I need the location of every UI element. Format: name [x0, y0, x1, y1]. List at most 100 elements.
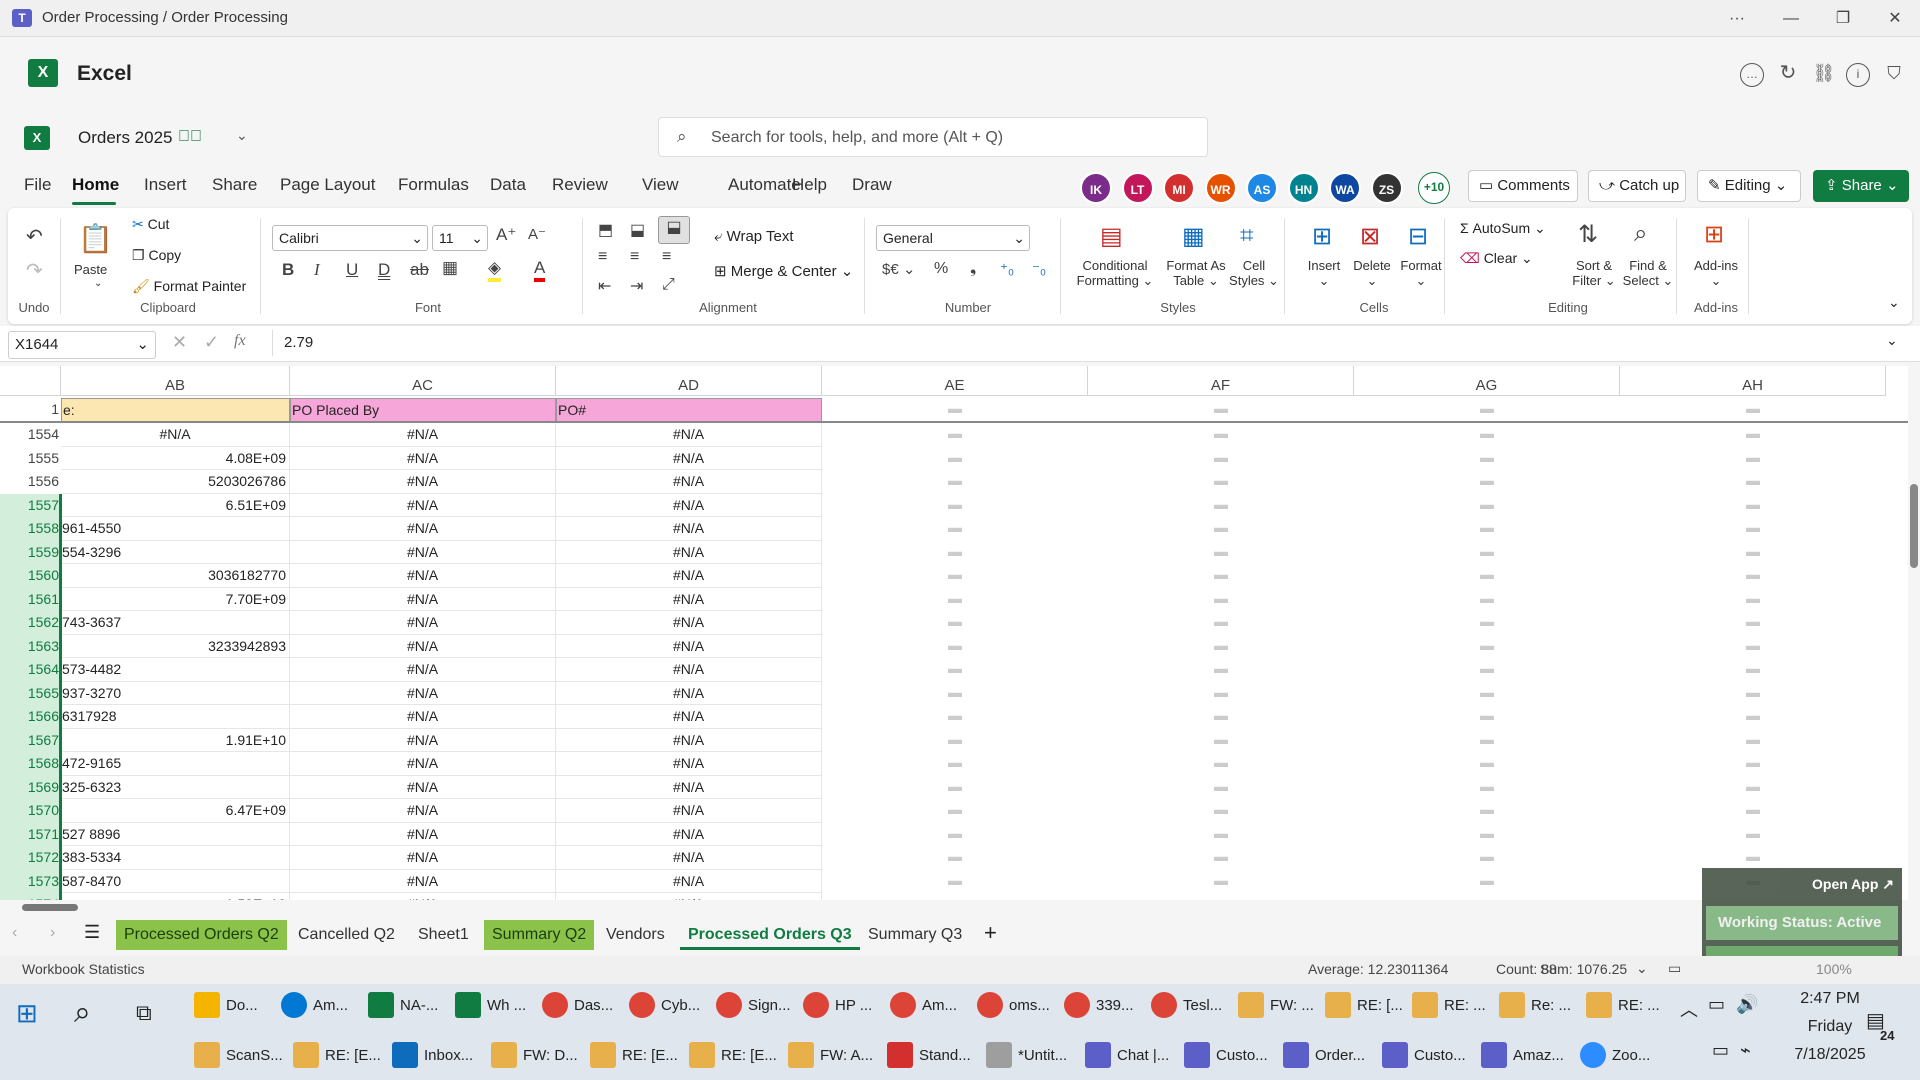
taskbar-app-button[interactable]: Cyb... — [623, 984, 710, 1028]
cell-ad[interactable]: #N/A — [556, 752, 822, 776]
empty-cell[interactable]: ▬ — [1354, 611, 1620, 635]
row-header[interactable]: 1560 — [0, 564, 61, 588]
empty-cell[interactable]: ▬ — [1088, 517, 1354, 541]
empty-cell[interactable]: ▬ — [1620, 423, 1886, 447]
cell-ac[interactable]: #N/A — [290, 846, 556, 870]
cell-ac[interactable]: #N/A — [290, 611, 556, 635]
align-center-icon[interactable]: ≡ — [630, 248, 639, 266]
empty-cell[interactable]: ▬ — [822, 658, 1088, 682]
empty-cell[interactable]: ▬ — [1088, 752, 1354, 776]
row-header[interactable]: 1571 — [0, 822, 61, 846]
font-size-dropdown[interactable]: 11 ⌄ — [432, 225, 488, 251]
font-name-dropdown[interactable]: Calibri ⌄ — [272, 225, 428, 251]
vertical-scroll-thumb[interactable] — [1910, 484, 1918, 568]
sheet-tab[interactable]: Summary Q2 — [484, 920, 595, 950]
row-header[interactable]: 1567 — [0, 728, 61, 752]
conditional-formatting-icon[interactable]: ▤ — [1100, 222, 1123, 251]
orientation-icon[interactable]: ⤢ — [662, 276, 675, 294]
align-middle-icon[interactable]: ⬓ — [630, 220, 645, 240]
view-mode-icon[interactable]: ▭ — [1668, 960, 1681, 977]
taskbar-app-button[interactable]: Order... — [1277, 1034, 1376, 1078]
empty-cell[interactable]: ▬ — [1088, 682, 1354, 706]
add-sheet-icon[interactable]: + — [984, 920, 997, 946]
empty-cell[interactable]: ▬ — [1088, 470, 1354, 494]
info-icon[interactable]: i — [1846, 63, 1870, 87]
empty-cell[interactable]: ▬ — [1354, 447, 1620, 471]
collaborator-avatar[interactable]: WR — [1204, 172, 1237, 204]
empty-cell[interactable]: ▬ — [1620, 398, 1886, 422]
row-header[interactable]: 1557 — [0, 493, 61, 517]
cell-ad[interactable]: #N/A — [556, 470, 822, 494]
taskbar-app-button[interactable]: RE: [... — [1319, 984, 1406, 1028]
empty-cell[interactable]: ▬ — [822, 635, 1088, 659]
clock-time[interactable]: 2:47 PM — [1780, 990, 1880, 1008]
document-name[interactable]: Orders 2025 — [78, 128, 173, 148]
delete-cells-icon[interactable]: ⊠ — [1360, 222, 1380, 251]
cell-ab[interactable]: 3233942893 — [61, 634, 290, 658]
empty-cell[interactable]: ▬ — [822, 588, 1088, 612]
ribbon-collapse-chevron-icon[interactable]: ⌄ — [1888, 294, 1900, 311]
row-header[interactable]: 1561 — [0, 587, 61, 611]
search-input[interactable]: Search for tools, help, and more (Alt + … — [711, 129, 1003, 147]
taskbar-app-button[interactable]: RE: [E... — [584, 1034, 683, 1078]
align-top-icon[interactable]: ⬒ — [598, 220, 613, 240]
cell-ac[interactable]: #N/A — [290, 869, 556, 893]
menu-tab-data[interactable]: Data — [490, 175, 526, 195]
taskbar-app-button[interactable]: Wh ... — [449, 984, 536, 1028]
empty-cell[interactable]: ▬ — [1620, 564, 1886, 588]
cut-button[interactable]: ✂ Cut — [132, 216, 169, 233]
empty-cell[interactable]: ▬ — [1088, 541, 1354, 565]
column-header[interactable]: AB — [61, 366, 290, 396]
sheet-tab[interactable]: Processed Orders Q2 — [116, 920, 287, 950]
delete-cells-button[interactable]: Delete ⌄ — [1348, 258, 1396, 289]
empty-cell[interactable]: ▬ — [1354, 729, 1620, 753]
empty-cell[interactable]: ▬ — [822, 823, 1088, 847]
cell-ab[interactable]: 743-3637 — [61, 611, 290, 635]
empty-cell[interactable]: ▬ — [1354, 588, 1620, 612]
cell-ac[interactable]: #N/A — [290, 752, 556, 776]
cell-ad[interactable]: #N/A — [556, 775, 822, 799]
column-header[interactable]: AE — [822, 366, 1088, 396]
empty-cell[interactable]: ▬ — [1354, 423, 1620, 447]
empty-cell[interactable]: ▬ — [822, 705, 1088, 729]
collaborator-avatar[interactable]: ZS — [1370, 172, 1403, 204]
cell-ac[interactable]: #N/A — [290, 517, 556, 541]
empty-cell[interactable]: ▬ — [1354, 682, 1620, 706]
cell-ab[interactable]: 587-8470 — [61, 869, 290, 893]
cell-ab[interactable]: 527 8896 — [61, 822, 290, 846]
format-as-table-icon[interactable]: ▦ — [1182, 222, 1205, 251]
catch-up-button[interactable]: ⤻ Catch up — [1588, 170, 1686, 202]
menu-tab-insert[interactable]: Insert — [144, 175, 187, 195]
empty-cell[interactable]: ▬ — [1620, 705, 1886, 729]
cell-ab[interactable]: 3036182770 — [61, 564, 290, 588]
menu-tab-automate[interactable]: Automate — [728, 175, 801, 195]
taskbar-app-button[interactable]: RE: ... — [1406, 984, 1493, 1028]
cell-ad[interactable]: #N/A — [556, 423, 822, 447]
sort-filter-icon[interactable]: ⇅ — [1578, 220, 1598, 249]
menu-tab-view[interactable]: View — [642, 175, 679, 195]
empty-cell[interactable]: ▬ — [1088, 611, 1354, 635]
menu-tab-formulas[interactable]: Formulas — [398, 175, 469, 195]
taskbar-app-button[interactable]: oms... — [971, 984, 1058, 1028]
empty-cell[interactable]: ▬ — [822, 776, 1088, 800]
empty-cell[interactable]: ▬ — [822, 447, 1088, 471]
cell-ad[interactable]: #N/A — [556, 728, 822, 752]
zoom-level[interactable]: 100% — [1816, 961, 1852, 977]
column-header[interactable]: AH — [1620, 366, 1886, 396]
format-cells-icon[interactable]: ⊟ — [1408, 222, 1428, 251]
add-ins-icon[interactable]: ⊞ — [1704, 220, 1724, 249]
cell-ad[interactable]: #N/A — [556, 587, 822, 611]
empty-cell[interactable]: ▬ — [822, 729, 1088, 753]
cell-ac[interactable]: #N/A — [290, 446, 556, 470]
borders-icon[interactable]: ▦ — [442, 258, 458, 278]
format-as-table-button[interactable]: Format As Table ⌄ — [1158, 258, 1234, 289]
empty-cell[interactable]: ▬ — [1088, 494, 1354, 518]
empty-cell[interactable]: ▬ — [1354, 658, 1620, 682]
cell-ac[interactable]: #N/A — [290, 705, 556, 729]
search-icon[interactable]: ⌕ — [74, 996, 91, 1030]
empty-cell[interactable]: ▬ — [1620, 635, 1886, 659]
autosum-button[interactable]: Σ AutoSum ⌄ — [1460, 220, 1546, 237]
collaborator-avatar[interactable]: WA — [1329, 172, 1361, 204]
chevron-down-icon[interactable]: ⌄ — [236, 127, 248, 144]
taskbar-app-button[interactable]: NA-... — [362, 984, 449, 1028]
